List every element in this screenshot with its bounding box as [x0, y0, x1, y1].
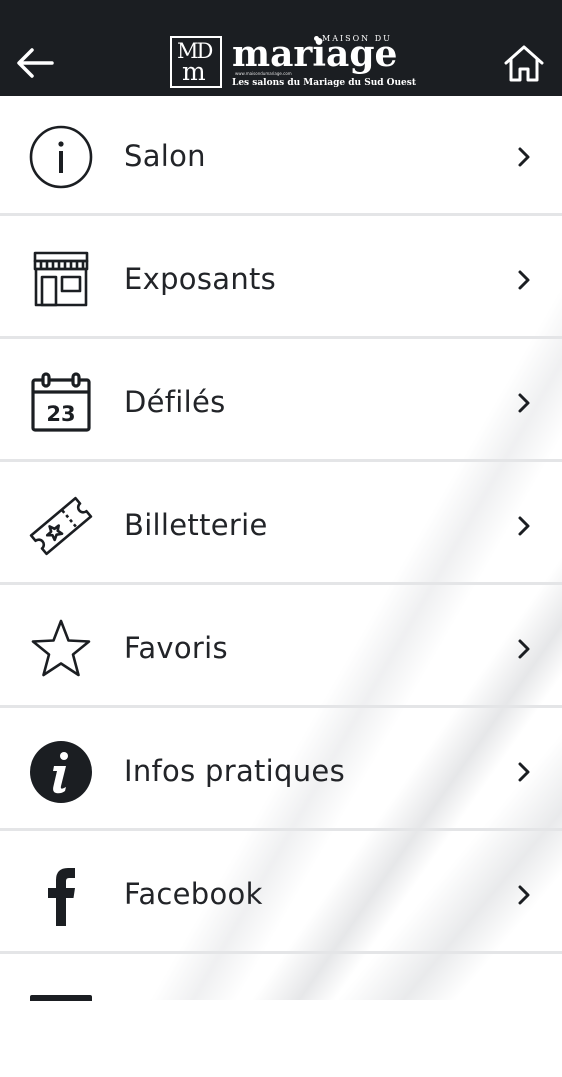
logo-tagline: Les salons du Mariage du Sud Ouest [232, 78, 416, 88]
home-button[interactable] [498, 38, 550, 88]
info-filled-icon [30, 741, 92, 803]
menu-item-label: Salon [124, 139, 206, 173]
menu-item-salon[interactable]: Salon [0, 96, 562, 216]
storefront-icon [33, 251, 89, 307]
menu-divider [0, 336, 562, 339]
menu-divider [0, 705, 562, 708]
logo-url: www.maisondumariage.com [235, 71, 292, 76]
chevron-right-icon [518, 885, 530, 905]
menu-divider [0, 951, 562, 954]
logo-brand-word: mariage [232, 33, 398, 75]
home-icon [504, 45, 544, 82]
menu-item-label: Facebook [124, 877, 263, 911]
menu-item-label: Infos pratiques [124, 754, 345, 788]
menu-item-partial[interactable] [0, 957, 562, 1077]
star-icon [31, 619, 91, 677]
chevron-right-icon [518, 762, 530, 782]
logo-monogram: MD m [170, 36, 222, 88]
menu-divider [0, 459, 562, 462]
facebook-icon [48, 868, 75, 926]
chevron-right-icon [518, 270, 530, 290]
svg-text:23: 23 [46, 402, 75, 426]
menu-item-infos-pratiques[interactable]: Infos pratiques [0, 711, 562, 831]
menu-item-facebook[interactable]: Facebook [0, 834, 562, 954]
brand-logo: MD m MAISON DU mariage www.maisondumaria… [170, 33, 416, 92]
menu-divider [0, 213, 562, 216]
menu-item-defiles[interactable]: 23 Défilés [0, 342, 562, 462]
menu-item-label: Billetterie [124, 508, 268, 542]
chevron-right-icon [518, 147, 530, 167]
menu-item-label: Favoris [124, 631, 228, 665]
back-arrow-icon [17, 48, 54, 78]
menu-item-label: Défilés [124, 385, 226, 419]
ticket-icon [29, 496, 93, 556]
menu-item-label: Exposants [124, 262, 277, 296]
chevron-right-icon [518, 393, 530, 413]
menu-item-favoris[interactable]: Favoris [0, 588, 562, 708]
partial-icon [30, 995, 92, 1001]
main-menu: Salon Exposants 23 Défilés Billetterie F… [0, 96, 562, 1001]
menu-item-exposants[interactable]: Exposants [0, 219, 562, 339]
app-header: MD m MAISON DU mariage www.maisondumaria… [0, 0, 562, 96]
back-button[interactable] [10, 38, 60, 88]
menu-item-billetterie[interactable]: Billetterie [0, 465, 562, 585]
chevron-right-icon [518, 516, 530, 536]
calendar-icon: 23 [31, 372, 91, 432]
info-circle-icon [29, 125, 93, 189]
menu-divider [0, 828, 562, 831]
chevron-right-icon [518, 639, 530, 659]
menu-divider [0, 582, 562, 585]
